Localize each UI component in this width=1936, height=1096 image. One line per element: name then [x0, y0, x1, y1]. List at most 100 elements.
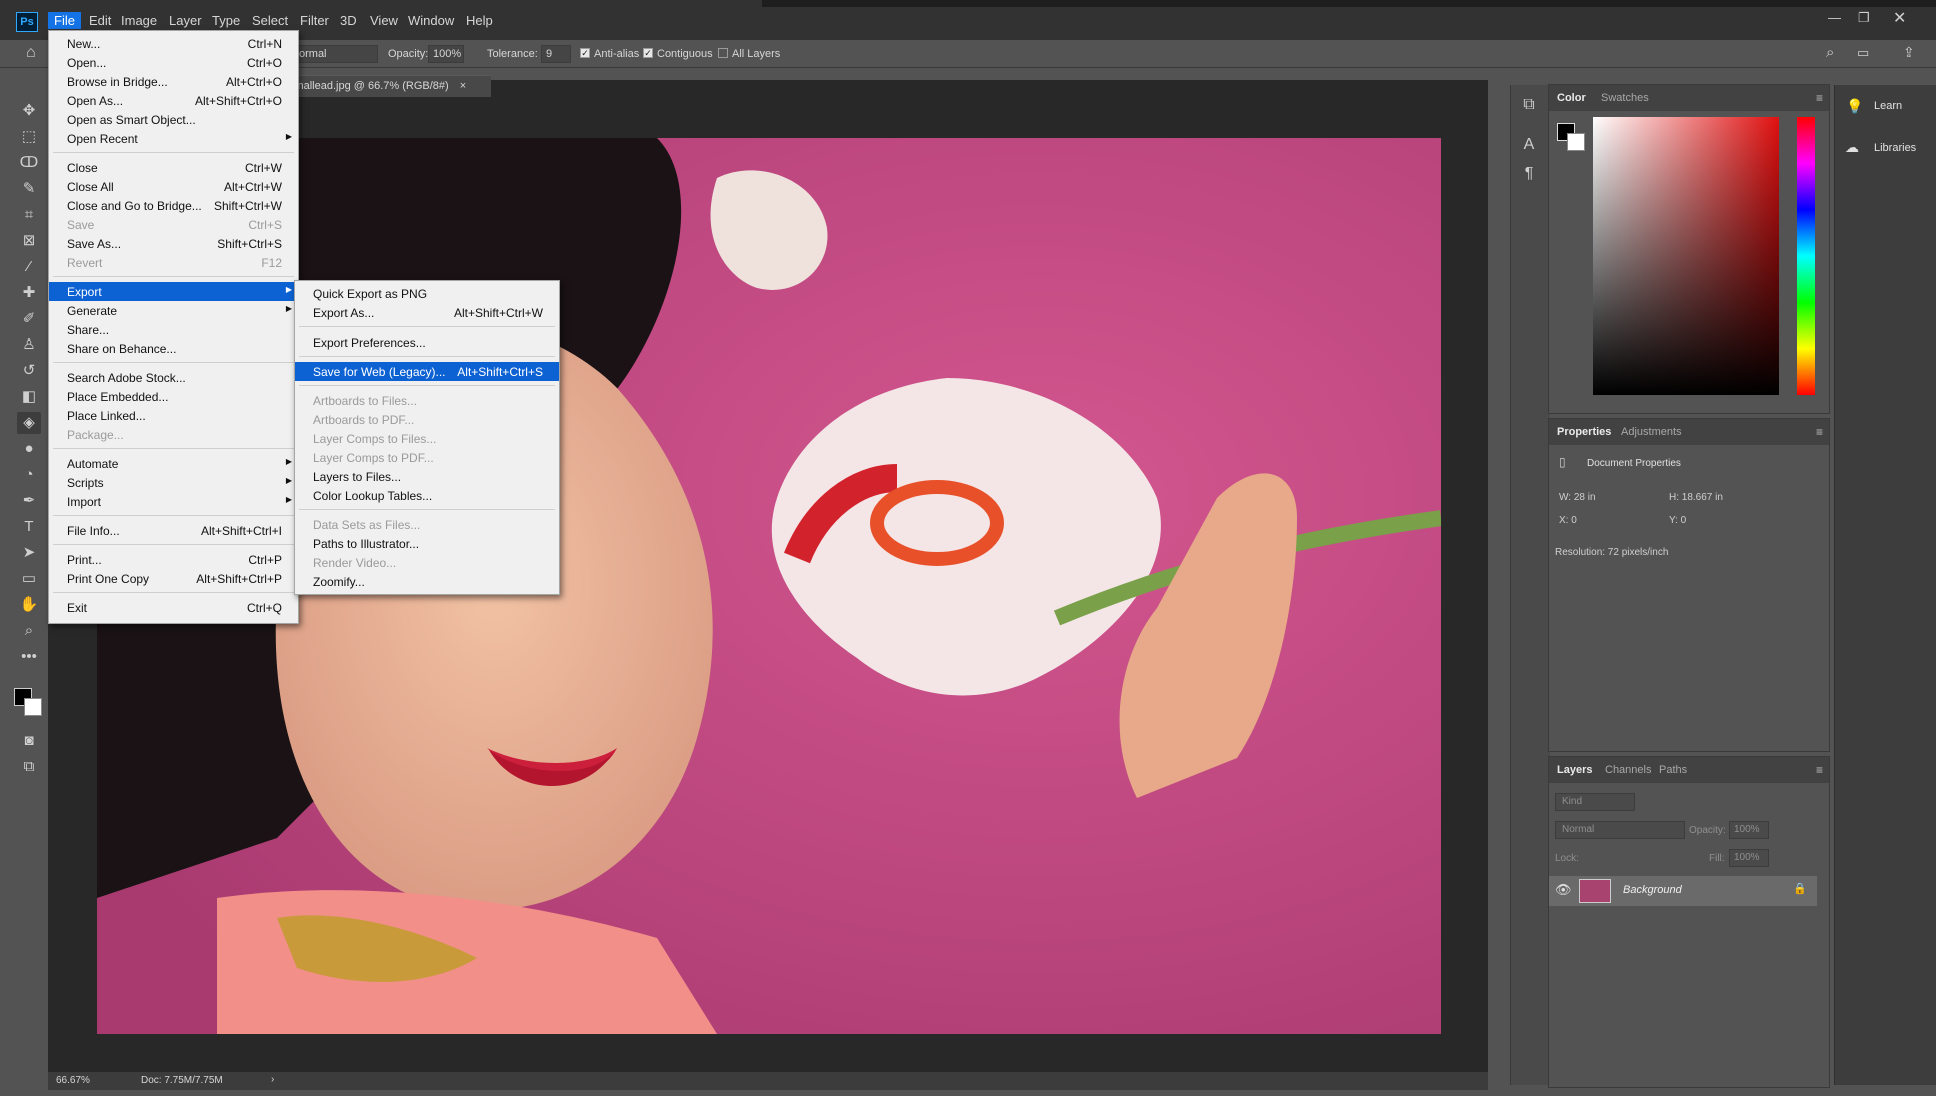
menu-close-all[interactable]: Close All Alt+Ctrl+W [49, 177, 298, 196]
quick-select-tool-icon[interactable]: ✎ [17, 178, 41, 200]
menu-file-info[interactable]: File Info... Alt+Shift+Ctrl+I [49, 521, 298, 540]
menu-zoomify[interactable]: Zoomify... [295, 572, 559, 591]
more-tools-icon[interactable]: ••• [17, 646, 41, 668]
fill-field[interactable]: 100% [1729, 849, 1769, 867]
height-value[interactable]: H: 18.667 in [1669, 492, 1723, 503]
menu-place-linked[interactable]: Place Linked... [49, 406, 298, 425]
tab-paths[interactable]: Paths [1659, 764, 1687, 776]
layer-kind-filter[interactable]: Kind [1555, 793, 1635, 811]
hand-tool-icon[interactable]: ✋ [17, 594, 41, 616]
color-field[interactable] [1593, 117, 1779, 395]
move-tool-icon[interactable]: ✥ [17, 100, 41, 122]
menu-type[interactable]: Type [206, 12, 246, 29]
menu-help[interactable]: Help [460, 12, 499, 29]
paint-bucket-tool-icon[interactable]: ◈ [17, 412, 41, 434]
menu-exit[interactable]: Exit Ctrl+Q [49, 598, 298, 617]
path-select-tool-icon[interactable]: ➤ [17, 542, 41, 564]
tab-channels[interactable]: Channels [1605, 764, 1651, 776]
menu-browse-bridge[interactable]: Browse in Bridge... Alt+Ctrl+O [49, 72, 298, 91]
menu-scripts[interactable]: Scripts ▶ [49, 473, 298, 492]
tolerance-field[interactable]: 9 [541, 45, 571, 63]
restore-icon[interactable]: ❐ [1858, 10, 1870, 26]
menu-export-as[interactable]: Export As... Alt+Shift+Ctrl+W [295, 303, 559, 322]
layer-name[interactable]: Background [1623, 884, 1682, 896]
width-value[interactable]: W: 28 in [1559, 492, 1596, 503]
menu-place-embedded[interactable]: Place Embedded... [49, 387, 298, 406]
menu-close[interactable]: Close Ctrl+W [49, 158, 298, 177]
close-icon[interactable]: ✕ [1893, 8, 1906, 28]
status-arrow-icon[interactable]: › [271, 1074, 274, 1085]
stamp-tool-icon[interactable]: ♙ [17, 334, 41, 356]
menu-open-as[interactable]: Open As... Alt+Shift+Ctrl+O [49, 91, 298, 110]
tab-color[interactable]: Color [1557, 92, 1586, 104]
tab-properties[interactable]: Properties [1557, 426, 1611, 438]
tab-swatches[interactable]: Swatches [1601, 92, 1649, 104]
panel-menu-icon[interactable]: ≡ [1816, 91, 1823, 105]
contiguous-checkbox[interactable]: ✓ [643, 48, 653, 58]
screen-mode-icon[interactable]: ⧉ [17, 756, 41, 778]
document-tab[interactable]: finallead.jpg @ 66.7% (RGB/8#) × [286, 75, 491, 97]
blend-mode-select[interactable]: ormal [294, 45, 378, 63]
visibility-eye-icon[interactable]: 👁 [1555, 882, 1572, 898]
lock-icon[interactable]: 🔒 [1793, 882, 1807, 895]
blur-tool-icon[interactable]: ● [17, 438, 41, 460]
healing-tool-icon[interactable]: ✚ [17, 282, 41, 304]
color-bg-swatch[interactable] [1567, 133, 1585, 151]
background-color-swatch[interactable] [24, 698, 42, 716]
x-value[interactable]: X: 0 [1559, 515, 1577, 526]
tab-adjustments[interactable]: Adjustments [1621, 426, 1682, 438]
brush-tool-icon[interactable]: ✐ [17, 308, 41, 330]
menu-layer[interactable]: Layer [163, 12, 208, 29]
menu-import[interactable]: Import ▶ [49, 492, 298, 511]
home-icon[interactable]: ⌂ [26, 44, 36, 62]
tab-layers[interactable]: Layers [1557, 764, 1592, 776]
libraries-button[interactable]: Libraries [1874, 142, 1916, 154]
opacity-field[interactable]: 100% [428, 45, 464, 63]
layer-opacity-field[interactable]: 100% [1729, 821, 1769, 839]
panel-menu-icon[interactable]: ≡ [1816, 425, 1823, 439]
menu-open-recent[interactable]: Open Recent ▶ [49, 129, 298, 148]
menu-file[interactable]: File [48, 12, 81, 29]
paragraph-icon[interactable]: ¶ [1519, 165, 1539, 183]
lasso-tool-icon[interactable]: ↀ [17, 152, 41, 174]
panel-menu-icon[interactable]: ≡ [1816, 763, 1823, 777]
menu-image[interactable]: Image [115, 12, 163, 29]
menu-save-for-web[interactable]: Save for Web (Legacy)... Alt+Shift+Ctrl+S [295, 362, 559, 381]
menu-new[interactable]: New... Ctrl+N [49, 34, 298, 53]
menu-print[interactable]: Print... Ctrl+P [49, 550, 298, 569]
menu-window[interactable]: Window [402, 12, 460, 29]
menu-layers-to-files[interactable]: Layers to Files... [295, 467, 559, 486]
pen-tool-icon[interactable]: ✒ [17, 490, 41, 512]
learn-button[interactable]: Learn [1874, 100, 1902, 112]
zoom-level[interactable]: 66.67% [56, 1075, 90, 1086]
menu-search-stock[interactable]: Search Adobe Stock... [49, 368, 298, 387]
history-brush-tool-icon[interactable]: ↺ [17, 360, 41, 382]
eraser-tool-icon[interactable]: ◧ [17, 386, 41, 408]
frame-tool-icon[interactable]: ⊠ [17, 230, 41, 252]
tab-close-icon[interactable]: × [460, 80, 466, 92]
menu-close-go-bridge[interactable]: Close and Go to Bridge... Shift+Ctrl+W [49, 196, 298, 215]
menu-export-preferences[interactable]: Export Preferences... [295, 333, 559, 352]
history-icon[interactable]: ⧉ [1519, 96, 1539, 114]
menu-automate[interactable]: Automate ▶ [49, 454, 298, 473]
search-icon[interactable]: ⌕ [1826, 44, 1834, 61]
menu-export[interactable]: Export ▶ [49, 282, 298, 301]
crop-tool-icon[interactable]: ⌗ [17, 204, 41, 226]
menu-filter[interactable]: Filter [294, 12, 335, 29]
menu-view[interactable]: View [364, 12, 404, 29]
layer-blend-mode[interactable]: Normal [1555, 821, 1685, 839]
all-layers-checkbox[interactable] [718, 48, 728, 58]
menu-print-one-copy[interactable]: Print One Copy Alt+Shift+Ctrl+P [49, 569, 298, 588]
layer-row-background[interactable]: 👁 Background 🔒 [1549, 876, 1817, 906]
eyedropper-tool-icon[interactable]: ⁄ [17, 256, 41, 278]
share-icon[interactable]: ⇪ [1903, 44, 1915, 61]
type-tool-icon[interactable]: T [17, 516, 41, 538]
menu-color-lookup[interactable]: Color Lookup Tables... [295, 486, 559, 505]
menu-share[interactable]: Share... [49, 320, 298, 339]
workspace-icon[interactable]: ▭ [1857, 45, 1869, 61]
dodge-tool-icon[interactable]: ◔ [17, 464, 41, 486]
menu-save-as[interactable]: Save As... Shift+Ctrl+S [49, 234, 298, 253]
marquee-tool-icon[interactable]: ⬚ [17, 126, 41, 148]
character-icon[interactable]: A [1519, 136, 1539, 154]
menu-open[interactable]: Open... Ctrl+O [49, 53, 298, 72]
